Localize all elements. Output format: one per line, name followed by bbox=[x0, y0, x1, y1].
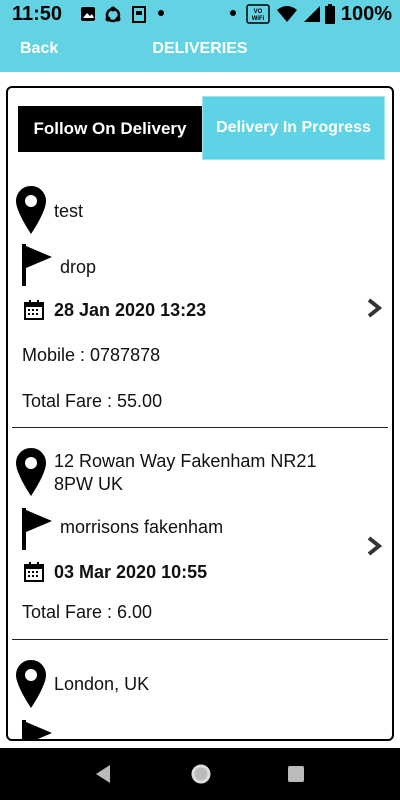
home-nav-icon[interactable] bbox=[190, 763, 212, 785]
drop-address: morrisons fakenham bbox=[60, 517, 224, 537]
recents-nav-icon[interactable] bbox=[287, 765, 305, 783]
svg-text:VO: VO bbox=[254, 9, 263, 15]
battery-percent: 100% bbox=[340, 3, 392, 25]
total-fare: Total Fare : 55.00 bbox=[22, 391, 163, 411]
pickup-address: test bbox=[54, 201, 84, 221]
calendar-icon bbox=[24, 300, 44, 320]
pickup-address-line2: 8PW UK bbox=[54, 474, 124, 494]
drop-address: drop bbox=[60, 257, 97, 277]
deliveries-card: Follow On Delivery Delivery In Progress … bbox=[6, 86, 394, 741]
svg-text:WiFi: WiFi bbox=[252, 16, 265, 22]
signal-icon bbox=[304, 6, 320, 22]
flag-icon bbox=[22, 244, 52, 286]
delivery-datetime: 28 Jan 2020 13:23 bbox=[54, 300, 207, 320]
app-header: Back DELIVERIES bbox=[0, 28, 400, 72]
pickup-address: London, UK bbox=[54, 674, 150, 694]
status-bar: 11:50 VO WiFi 100% bbox=[0, 0, 400, 28]
location-pin-icon bbox=[16, 186, 46, 234]
delivery-item[interactable]: London, UK bbox=[12, 656, 388, 739]
total-fare: Total Fare : 6.00 bbox=[22, 602, 153, 622]
delivery-tabs: Follow On Delivery Delivery In Progress bbox=[18, 96, 385, 161]
image-icon bbox=[81, 7, 95, 21]
chevron-right-icon[interactable] bbox=[366, 536, 382, 556]
page-title: DELIVERIES bbox=[152, 40, 248, 57]
status-time: 11:50 bbox=[12, 3, 63, 25]
flag-icon bbox=[22, 508, 52, 550]
divider bbox=[12, 639, 388, 640]
mobile-number: Mobile : 0787878 bbox=[22, 345, 161, 365]
wifi-icon bbox=[277, 6, 297, 22]
location-pin-icon bbox=[16, 660, 46, 708]
sync-icon bbox=[105, 6, 121, 23]
notification-dot-icon bbox=[230, 10, 236, 16]
divider bbox=[12, 427, 388, 428]
chevron-right-icon[interactable] bbox=[366, 298, 382, 318]
delivery-datetime: 03 Mar 2020 10:55 bbox=[54, 562, 208, 582]
back-nav-icon[interactable] bbox=[94, 764, 112, 784]
sim-icon bbox=[132, 6, 146, 23]
dot-icon bbox=[158, 10, 164, 16]
battery-icon bbox=[325, 4, 335, 24]
location-pin-icon bbox=[16, 448, 46, 496]
tab-delivery-in-progress[interactable]: Delivery In Progress bbox=[202, 96, 385, 160]
flag-icon bbox=[22, 720, 52, 739]
system-nav-bar bbox=[0, 748, 400, 800]
delivery-item[interactable]: test drop 28 Jan 2020 13:23 Mobile : 078… bbox=[12, 184, 388, 424]
vowifi-icon: VOWiFi bbox=[246, 4, 270, 24]
delivery-item[interactable]: 12 Rowan Way Fakenham NR21 8PW UK morris… bbox=[12, 444, 388, 640]
tab-follow-on-delivery[interactable]: Follow On Delivery bbox=[18, 106, 202, 152]
calendar-icon bbox=[24, 562, 44, 582]
pickup-address-line1: 12 Rowan Way Fakenham NR21 bbox=[54, 451, 317, 471]
